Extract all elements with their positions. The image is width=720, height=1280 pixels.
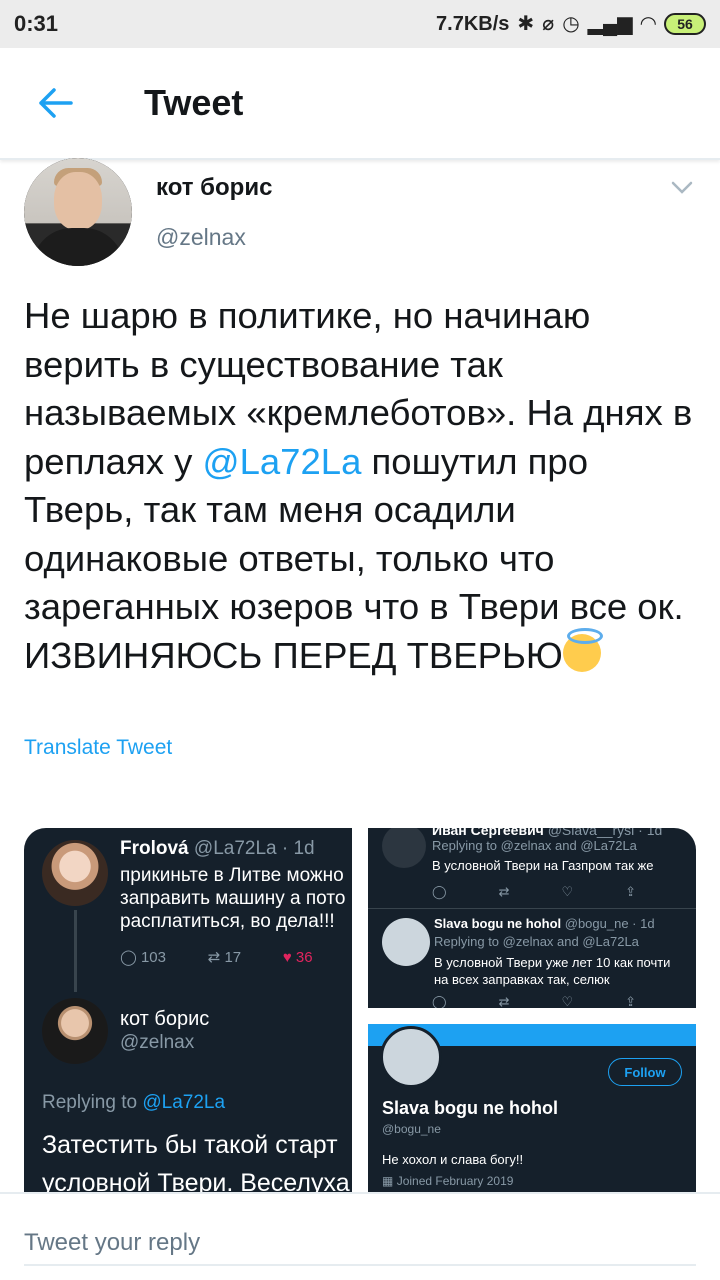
image-tweet-header: Frolová @La72La · 1d <box>120 838 315 859</box>
reply-icon: ◯ <box>432 884 447 899</box>
retweet-icon: ⇄ <box>498 884 510 899</box>
tweet-image-2[interactable]: Иван Сергеевич @Slava__rysi · 1d Replyin… <box>368 828 696 1008</box>
heart-icon: ♡ <box>561 884 574 899</box>
battery-icon: 56 <box>664 13 706 35</box>
profile-bio: Не хохол и слава богу!! <box>382 1152 524 1167</box>
profile-name: Slava bogu ne hohol <box>382 1098 559 1118</box>
status-time: 0:31 <box>14 11 59 36</box>
heart-icon: ♥ <box>282 949 292 966</box>
image-tweet-actions: ◯ ⇄ ♡ ⇪ <box>432 994 636 1008</box>
avatar <box>380 1026 442 1088</box>
mention-link[interactable]: @La72La <box>203 441 362 482</box>
image-reply-handle: @zelnax <box>120 1032 195 1053</box>
tweet-image-1[interactable]: Frolová @La72La · 1d прикиньте в Литве м… <box>24 828 352 1192</box>
angel-emoji-icon <box>562 627 603 672</box>
reply-icon: ◯ <box>432 994 447 1008</box>
retweet-icon: ⇄ <box>207 949 221 966</box>
heart-icon: ♡ <box>561 994 574 1008</box>
status-icons: 7.7KB/s ✱ ⌀ ◷ ▂▄▆ ◠ 56 <box>436 13 706 36</box>
image-tweet-header: Иван Сергеевич @Slava__rysi · 1d <box>432 828 663 838</box>
image-replying-to: Replying to @zelnax and @La72La <box>432 838 637 853</box>
network-speed: 7.7KB/s <box>436 12 510 35</box>
wifi-icon: ◠ <box>640 13 656 35</box>
follow-button: Follow <box>608 1058 682 1086</box>
avatar <box>42 840 108 906</box>
image-reply-name: кот борис <box>120 1008 210 1030</box>
translate-tweet-link[interactable]: Translate Tweet <box>24 736 172 760</box>
page-title: Tweet <box>144 82 244 123</box>
tweet-menu-button[interactable] <box>668 174 696 202</box>
mute-icon: ⌀ <box>542 13 555 35</box>
image-replying-to: Replying to @zelnax and @La72La <box>434 934 639 949</box>
signal-icon: ▂▄▆ <box>587 13 633 35</box>
image-replying-to: Replying to @La72La <box>42 1092 226 1113</box>
avatar <box>42 998 108 1064</box>
tweet-image-3[interactable]: Follow Slava bogu ne hohol @bogu_ne Не х… <box>368 1024 696 1192</box>
avatar <box>382 918 430 966</box>
top-app-bar: Tweet <box>0 48 720 160</box>
share-icon: ⇪ <box>625 884 637 899</box>
reply-icon: ◯ <box>120 949 137 966</box>
image-tweet-text: прикиньте в Литве можно заправить машину… <box>120 865 346 932</box>
author-name[interactable]: кот борис <box>156 174 272 202</box>
bluetooth-icon: ✱ <box>517 13 535 35</box>
avatar <box>382 828 426 868</box>
share-icon: ⇪ <box>625 994 637 1008</box>
divider <box>368 908 696 909</box>
tweet-author: кот борис @zelnax <box>24 158 696 268</box>
back-button[interactable] <box>0 47 112 159</box>
alarm-icon: ◷ <box>562 13 580 35</box>
avatar[interactable] <box>24 158 132 266</box>
image-tweet-actions: ◯ ⇄ ♡ ⇪ <box>432 884 636 900</box>
calendar-icon: ▦ <box>382 1174 394 1188</box>
image-tweet-actions: ◯ 103 ⇄ 17 ♥ 36 <box>120 949 313 966</box>
profile-handle: @bogu_ne <box>382 1122 441 1136</box>
tweet-text: Не шарю в политике, но начинаю верить в … <box>24 295 693 676</box>
author-handle[interactable]: @zelnax <box>156 224 246 251</box>
back-arrow-icon <box>39 88 73 118</box>
thread-line <box>74 910 77 992</box>
chevron-down-icon <box>671 181 693 194</box>
image-tweet-text: В условной Твери уже лет 10 как почти на… <box>434 955 671 987</box>
reply-bar <box>0 1192 720 1280</box>
profile-joined: ▦ Joined February 2019 <box>382 1174 514 1188</box>
reply-input[interactable] <box>24 1222 696 1266</box>
retweet-icon: ⇄ <box>498 994 510 1008</box>
image-reply-text: Затестить бы такой старт условной Твери.… <box>42 1131 350 1192</box>
image-tweet-header: Slava bogu ne hohol @bogu_ne · 1d <box>434 916 655 931</box>
status-bar: 0:31 7.7KB/s ✱ ⌀ ◷ ▂▄▆ ◠ 56 <box>0 0 720 48</box>
image-tweet-text: В условной Твери на Газпром так же <box>432 858 654 873</box>
